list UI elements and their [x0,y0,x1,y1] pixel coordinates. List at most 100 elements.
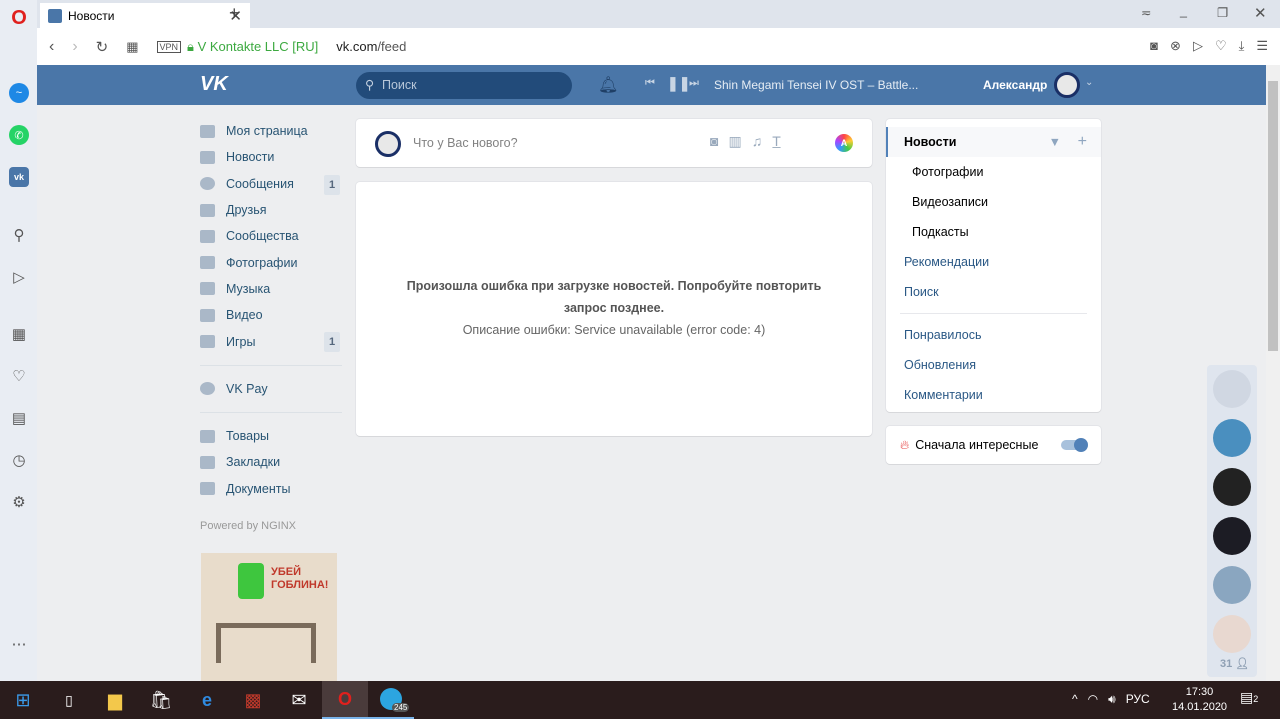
tab-news[interactable]: Новости ✕ [40,3,250,28]
heart-icon[interactable]: ♡ [1215,38,1227,54]
prev-track-icon[interactable]: ⏮︎ [645,77,655,90]
friend-avatar[interactable] [1213,615,1251,653]
menu-vk-pay[interactable]: VK Pay [200,376,342,402]
vk-dog-avatar[interactable] [1213,370,1251,408]
menu-video[interactable]: Видео [200,302,342,328]
tab-menu-icon[interactable]: ≂ [1141,5,1151,20]
ad-banner[interactable]: УБЕЙ ГОБЛИНА! [201,553,337,681]
forward-icon[interactable]: › [72,38,77,56]
friend-avatar[interactable] [1213,517,1251,555]
opera-taskbar-icon[interactable]: O [322,681,368,719]
menu-games[interactable]: Игры 1 [200,328,342,354]
settings-icon[interactable]: ⚙ [9,492,29,512]
language-indicator[interactable]: РУС [1126,692,1150,707]
next-track-icon[interactable]: ⏭︎ [689,77,699,90]
minimize-button[interactable]: _ [1180,4,1187,18]
page-scrollbar[interactable] [1266,65,1280,681]
messenger-icon[interactable]: ~ [9,83,29,103]
pause-icon[interactable]: ❚❚ [667,75,690,92]
secure-site[interactable]: 🔒︎ V Kontakte LLC [RU] [187,39,318,55]
task-view-icon[interactable]: ▯ [46,681,92,719]
user-name[interactable]: Александр [983,78,1047,92]
notifications-icon[interactable]: ▤2 [1240,689,1258,706]
filter-search[interactable]: Поиск [886,277,1101,307]
wifi-icon[interactable]: ◠ [1088,692,1098,707]
url-input[interactable]: vk.com/feed [336,39,406,54]
history-icon[interactable]: ◷ [9,450,29,470]
filter-icon[interactable]: ▼ [1049,127,1061,157]
post-input[interactable]: Что у Вас нового? [413,136,518,150]
chevron-down-icon[interactable]: ⌄ [1085,77,1093,88]
send-icon[interactable]: ▷ [9,267,29,287]
more-icon[interactable]: ⋯ [9,634,29,654]
video-icon[interactable]: ▥ [728,133,741,150]
tabs-grid-icon[interactable]: ▦ [126,39,138,55]
download-icon[interactable]: ⤓ [1239,38,1245,54]
filter-news[interactable]: Новости ▼ + [886,127,1101,157]
menu-bookmarks[interactable]: Закладки [200,449,342,475]
winrar-icon[interactable]: ▩ [230,681,276,719]
menu-music[interactable]: Музыка [200,276,342,302]
music-icon[interactable]: ♫ [752,133,763,150]
heart-icon[interactable]: ♡ [9,366,29,386]
friend-avatar[interactable] [1213,566,1251,604]
current-track[interactable]: Shin Megami Tensei IV OST – Battle... [714,78,918,92]
news-icon[interactable]: ▤ [9,408,29,428]
friends-count[interactable]: 31 👤︎ [1220,657,1249,670]
vpn-badge[interactable]: VPN [156,40,182,53]
user-avatar[interactable] [1054,72,1080,98]
volume-icon[interactable]: 🔊︎ [1108,692,1116,707]
edge-icon[interactable]: e [184,681,230,719]
menu-my-page[interactable]: Моя страница [200,118,342,144]
menu-friends[interactable]: Друзья [200,197,342,223]
whatsapp-icon[interactable]: ✆ [9,125,29,145]
vk-icon[interactable]: vk [9,167,29,187]
scrollbar-thumb[interactable] [1268,81,1278,351]
article-icon[interactable]: T̲ [772,133,781,150]
interesting-first-toggle-row[interactable]: 🔥︎ Сначала интересные [886,426,1101,464]
home-icon [200,124,215,138]
easy-setup-icon[interactable]: ☰ [1256,38,1268,54]
filter-photos[interactable]: Фотографии [886,157,1101,187]
menu-photos[interactable]: Фотографии [200,249,342,275]
menu-goods[interactable]: Товары [200,423,342,449]
mail-icon[interactable]: ✉ [276,681,322,719]
close-window-button[interactable]: ✕ [1254,4,1267,22]
menu-messages[interactable]: Сообщения 1 [200,171,342,197]
store-icon[interactable]: 🛍︎ [138,681,184,719]
notifications-bell-icon[interactable]: 🔔︎ [598,75,618,95]
filter-comments[interactable]: Комментарии [886,380,1101,410]
camera-icon[interactable]: ◙ [1150,38,1158,54]
filter-videos[interactable]: Видеозаписи [886,187,1101,217]
file-explorer-icon[interactable]: ▆ [92,681,138,719]
powered-by[interactable]: Powered by NGINX [200,520,342,532]
speed-dial-icon[interactable]: ▦ [9,324,29,344]
friend-avatar[interactable] [1213,468,1251,506]
friend-avatar[interactable] [1213,419,1251,457]
interesting-toggle[interactable] [1061,438,1088,452]
menu-documents[interactable]: Документы [200,476,342,502]
back-icon[interactable]: ‹ [49,38,54,56]
reload-icon[interactable]: ↻ [96,38,109,56]
filter-podcasts[interactable]: Подкасты [886,217,1101,247]
poster-icon[interactable]: A [835,134,853,152]
menu-news[interactable]: Новости [200,144,342,170]
menu-communities[interactable]: Сообщества [200,223,342,249]
filter-updates[interactable]: Обновления [886,350,1101,380]
send-icon[interactable]: ▷ [1193,38,1203,54]
filter-liked[interactable]: Понравилось [886,320,1101,350]
telegram-icon[interactable]: 245 [368,681,414,719]
photo-icon[interactable]: ◙ [710,133,718,150]
add-icon[interactable]: + [1078,127,1087,157]
new-tab-button[interactable]: + [229,3,240,24]
opera-logo-icon[interactable]: O [9,7,29,29]
clock[interactable]: 17:30 14.01.2020 [1172,685,1227,715]
search-input[interactable]: ⚲ Поиск [356,72,572,99]
search-icon[interactable]: ⚲ [9,225,29,245]
maximize-button[interactable]: ❐ [1217,5,1228,20]
filter-recommendations[interactable]: Рекомендации [886,247,1101,277]
start-button[interactable]: ⊞ [0,681,46,719]
vk-logo[interactable]: VK [200,73,228,96]
adblock-icon[interactable]: ⊗ [1170,38,1181,54]
tray-chevron-icon[interactable]: ^ [1072,692,1078,707]
